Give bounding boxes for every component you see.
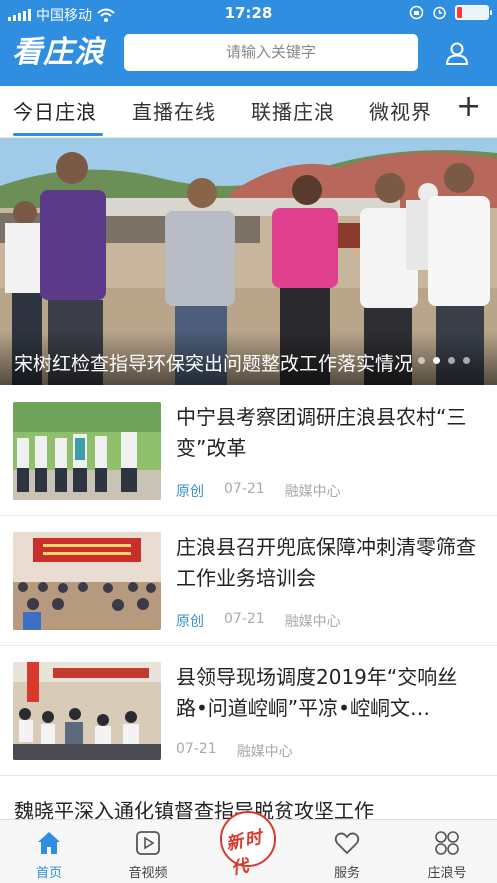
nav-zhuanglang-hao[interactable]: 庄浪号 <box>407 820 487 883</box>
status-right <box>409 5 492 20</box>
news-source: 融媒中心 <box>284 484 341 500</box>
news-title[interactable]: 县领导现场调度2019年“交响丝路•问道崆峒”平凉•崆峒文… <box>176 662 476 724</box>
tab-broadcast[interactable]: 联播庄浪 <box>251 96 335 125</box>
user-icon[interactable] <box>444 40 470 66</box>
news-meta: 原创 07-21 融媒中心 <box>176 611 341 631</box>
nav-home[interactable]: 首页 <box>9 820 89 883</box>
news-thumbnail[interactable] <box>13 402 161 500</box>
play-icon <box>136 831 160 855</box>
news-tag: 原创 <box>176 614 204 630</box>
nav-label: 首页 <box>35 866 62 881</box>
tab-micro-vision[interactable]: 微视界 <box>369 96 432 125</box>
carousel-dot <box>418 357 425 364</box>
news-date: 07-21 <box>224 481 265 497</box>
nav-label: 音视频 <box>128 866 168 881</box>
nav-label: 服务 <box>333 866 360 881</box>
active-tab-indicator <box>13 133 103 136</box>
grid-icon <box>435 831 459 855</box>
carousel-dots <box>418 357 470 364</box>
news-thumbnail[interactable] <box>13 662 161 760</box>
news-title[interactable]: 中宁县考察团调研庄浪县农村“三变”改革 <box>176 402 476 464</box>
nav-service[interactable]: 服务 <box>307 820 387 883</box>
news-meta: 07-21 融媒中心 <box>176 741 293 761</box>
hero-title[interactable]: 宋树红检查指导环保突出问题整改工作落实情况 <box>14 349 424 376</box>
news-thumbnail[interactable] <box>13 532 161 630</box>
category-tabs: 今日庄浪 直播在线 联播庄浪 微视界 + <box>0 86 497 138</box>
news-image <box>13 402 161 500</box>
search-input[interactable]: 请输入关键字 <box>124 34 418 71</box>
nav-label: 庄浪号 <box>427 866 467 881</box>
carousel-dot <box>448 357 455 364</box>
center-logo-button[interactable]: 新时代 <box>220 811 276 879</box>
alarm-icon <box>433 6 446 20</box>
app-logo: 看庄浪 <box>12 35 105 70</box>
hero-banner[interactable] <box>0 138 497 385</box>
home-icon <box>38 832 60 854</box>
news-date: 07-21 <box>224 611 265 627</box>
news-tag: 原创 <box>176 484 204 500</box>
nav-video[interactable]: 音视频 <box>108 820 188 883</box>
news-date: 07-21 <box>176 741 217 757</box>
news-image <box>13 662 161 760</box>
status-bar: 中国移动 17:28 <box>0 0 497 28</box>
battery-icon <box>455 5 492 20</box>
carousel-dot-active <box>433 357 440 364</box>
divider <box>0 775 497 776</box>
add-tab-icon[interactable]: + <box>456 92 481 122</box>
app-header: 中国移动 17:28 看庄浪 请输入关键字 <box>0 0 497 86</box>
carousel-dot <box>463 357 470 364</box>
news-title[interactable]: 庄浪县召开兜底保障冲刺清零筛查工作业务培训会 <box>176 532 476 594</box>
news-source: 融媒中心 <box>236 744 293 760</box>
heart-icon <box>334 832 360 855</box>
news-source: 融媒中心 <box>284 614 341 630</box>
rotation-lock-icon <box>409 5 424 20</box>
center-logo-text: 新时代 <box>224 827 266 880</box>
divider <box>0 645 497 646</box>
divider <box>0 515 497 516</box>
tab-today[interactable]: 今日庄浪 <box>13 96 97 125</box>
tab-live[interactable]: 直播在线 <box>132 96 216 125</box>
news-meta: 原创 07-21 融媒中心 <box>176 481 341 501</box>
news-image <box>13 532 161 630</box>
